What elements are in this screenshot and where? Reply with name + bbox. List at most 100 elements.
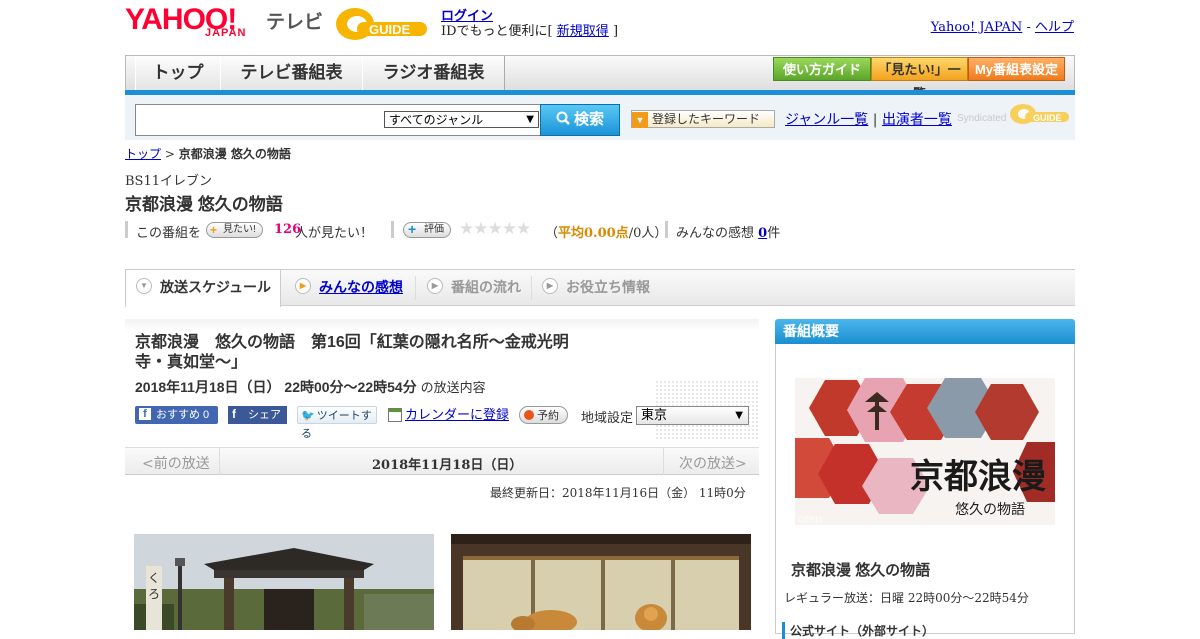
- svg-text:ろ: ろ: [148, 587, 160, 601]
- signup-link[interactable]: 新規取得: [557, 24, 609, 39]
- breadcrumb-top-link[interactable]: トップ: [125, 147, 161, 161]
- summary-regular-broadcast: レギュラー放送：日曜 22時00分～22時54分: [784, 591, 1029, 605]
- plus-icon: +: [408, 221, 417, 237]
- tab-divider: [531, 276, 532, 300]
- yahoo-japan-link[interactable]: Yahoo! JAPAN: [931, 20, 1023, 35]
- region-select-value: 東京: [641, 408, 668, 423]
- prev-broadcast-link[interactable]: <前の放送: [142, 453, 210, 473]
- key-visual-subtitle: 悠久の物語: [955, 502, 1025, 518]
- episode-photo-tiger-screen: [451, 534, 751, 630]
- link-divider: |: [872, 112, 878, 128]
- calendar-icon: [388, 408, 402, 423]
- rating-average: 平均0.00点: [558, 226, 629, 241]
- page-title: 京都浪漫 悠久の物語: [125, 195, 283, 214]
- want-list-button[interactable]: 「見たい!」一覧: [871, 57, 968, 101]
- tab-broadcast-schedule[interactable]: ▼ 放送スケジュール: [125, 270, 281, 307]
- channel-name: BS11イレブン: [125, 174, 213, 189]
- image-credit: ©BS11: [798, 515, 823, 524]
- search-icon: [556, 111, 570, 125]
- star-icon: ★: [459, 219, 474, 239]
- tab-label: お役立ち情報: [566, 279, 650, 295]
- svg-text:く: く: [148, 571, 160, 585]
- chevron-down-icon: ▼: [136, 278, 152, 295]
- calendar-register-label[interactable]: カレンダーに登録: [405, 407, 509, 422]
- stats-divider: [665, 221, 668, 238]
- tab-label: 放送スケジュール: [160, 279, 272, 295]
- gguide-logo: GUIDE: [335, 6, 431, 42]
- registered-keyword-button[interactable]: ▼ 登録したキーワード: [631, 110, 775, 128]
- link-separator: -: [1022, 20, 1035, 35]
- want-button[interactable]: + 見たい!: [206, 222, 263, 238]
- facebook-share-button[interactable]: f シェア: [228, 406, 287, 424]
- facebook-share-label: シェア: [248, 409, 281, 421]
- rating-button-label: 評価: [424, 224, 444, 235]
- region-label: 地域設定: [581, 411, 634, 426]
- genre-list-link[interactable]: ジャンル一覧: [785, 112, 868, 128]
- main-nav: トップ テレビ番組表 ラジオ番組表 使い方ガイド 「見たい!」一覧 My番組表設…: [125, 55, 1075, 101]
- help-link[interactable]: ヘルプ: [1035, 20, 1074, 35]
- genre-select[interactable]: すべてのジャンル ▼: [384, 111, 539, 128]
- impressions-suffix: 件: [767, 226, 781, 241]
- program-key-visual: 京都浪漫 悠久の物語 ©BS11: [795, 378, 1055, 525]
- key-visual-title: 京都浪漫: [910, 457, 1046, 497]
- episode-title: 京都浪漫 悠久の物語 第16回「紅葉の隠れ名所～金戒光明寺・真如堂～」: [135, 334, 569, 371]
- star-icon: ★: [473, 219, 488, 239]
- genre-select-value: すべてのジャンル: [389, 113, 484, 127]
- clock-icon: [524, 410, 534, 421]
- twitter-bird-icon: 🐦: [301, 410, 315, 422]
- calendar-register-link[interactable]: カレンダーに登録: [388, 406, 513, 424]
- rating-open: （: [545, 226, 559, 241]
- tab-label[interactable]: みんなの感想: [319, 279, 403, 295]
- impressions-count-link[interactable]: 0: [758, 226, 767, 241]
- facebook-recommend-button[interactable]: f おすすめ 0: [135, 406, 218, 424]
- play-icon: ▶: [542, 278, 558, 295]
- pager-current-date: 2018年11月18日（日）: [372, 458, 523, 473]
- plus-icon: +: [210, 223, 218, 237]
- nav-tab-radio-schedule[interactable]: ラジオ番組表: [362, 56, 505, 91]
- rating-stars: ★★★★★: [459, 219, 531, 239]
- tab-useful-info[interactable]: ▶ お役立ち情報: [542, 270, 650, 306]
- rating-summary: （平均0.00点/0人）: [545, 222, 667, 241]
- svg-text:GUIDE: GUIDE: [1033, 113, 1062, 123]
- syndicated-label: Syndicated: [957, 113, 1007, 124]
- rating-button[interactable]: + 評価: [403, 222, 451, 238]
- breadcrumb-current: 京都浪漫 悠久の物語: [178, 147, 291, 161]
- syndicated-gguide-logo: Syndicated GUIDE: [957, 103, 1071, 125]
- episode-date-suffix: の放送内容: [420, 381, 486, 396]
- next-broadcast-link[interactable]: 次の放送>: [679, 453, 747, 473]
- episode-photo-temple-gate: く ろ: [134, 534, 434, 630]
- service-label[interactable]: テレビ: [266, 7, 323, 34]
- stats-divider: [125, 221, 128, 238]
- cast-list-link[interactable]: 出演者一覧: [882, 112, 952, 128]
- content-tabs: ▼ 放送スケジュール ▶ みんなの感想 ▶ 番組の流れ ▶ お役立ち情報: [125, 269, 1075, 307]
- nav-tab-top[interactable]: トップ: [135, 56, 221, 91]
- breadcrumb: トップ > 京都浪漫 悠久の物語: [125, 145, 291, 162]
- login-prompt: IDでもっと便利に[ 新規取得 ]: [441, 20, 618, 39]
- broadcast-pager: <前の放送 2018年11月18日（日） 次の放送>: [125, 447, 759, 475]
- stats-divider: [391, 221, 394, 238]
- chevron-down-icon: ▼: [526, 114, 534, 125]
- tab-program-flow[interactable]: ▶ 番組の流れ: [427, 270, 521, 306]
- play-icon: ▶: [295, 278, 311, 295]
- program-stats: この番組を + 見たい! 126 人が見たい！ + 評価 ★★★★★ （平均0.00…: [125, 219, 825, 241]
- chevron-down-icon: ▼: [735, 410, 743, 421]
- tweet-button[interactable]: 🐦 ツイートする: [297, 406, 377, 440]
- reserve-button[interactable]: 予約: [519, 406, 568, 424]
- my-schedule-settings-button[interactable]: My番組表設定: [968, 57, 1065, 81]
- usage-guide-button[interactable]: 使い方ガイド: [773, 57, 871, 81]
- program-summary-heading: 番組概要: [775, 319, 1075, 344]
- episode-header-bg: [125, 319, 759, 331]
- want-suffix: 人が見たい！: [295, 226, 374, 241]
- facebook-recommend-label: おすすめ 0: [156, 409, 210, 421]
- impressions-label: みんなの感想: [676, 226, 755, 241]
- star-icon: ★: [516, 219, 531, 239]
- region-select[interactable]: 東京 ▼: [636, 406, 749, 425]
- nav-tab-tv-schedule[interactable]: テレビ番組表: [220, 56, 363, 91]
- official-site-heading: 公式サイト（外部サイト）: [782, 622, 934, 639]
- search-button[interactable]: 検索: [540, 104, 620, 136]
- impressions-summary: みんなの感想 0件: [676, 222, 780, 241]
- tab-impressions[interactable]: ▶ みんなの感想: [295, 270, 403, 306]
- summary-program-title: 京都浪漫 悠久の物語: [791, 562, 931, 579]
- last-updated: 最終更新日：2018年11月16日（金） 11時0分: [490, 486, 746, 500]
- login-prompt-suffix: ]: [612, 24, 619, 39]
